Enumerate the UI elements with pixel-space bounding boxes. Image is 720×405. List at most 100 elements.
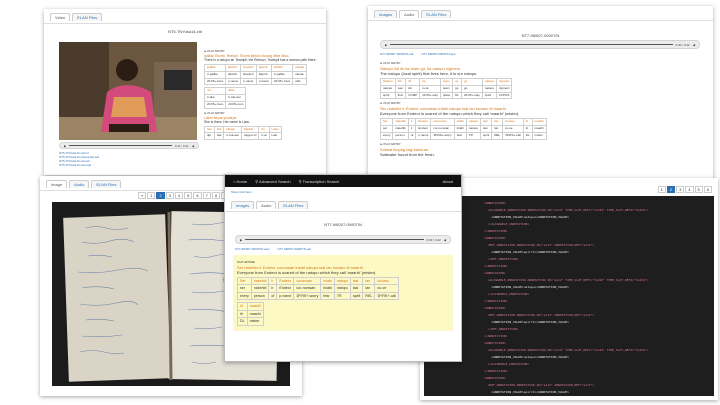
gloss-cell: 3P.RS+-call xyxy=(502,131,524,140)
nav-transcription-search-label: Transcription Search xyxy=(302,178,340,184)
gloss-cell: Hbapu xyxy=(223,125,242,134)
gloss-cell: wen xyxy=(394,84,407,93)
gloss-cell: kuvaso xyxy=(502,118,524,126)
gloss-cell: isai xyxy=(479,125,493,133)
nav-advanced-search[interactable]: ⚲ Advanced Search xyxy=(255,179,290,184)
play-entry-button[interactable]: ► PLAY ENTRY xyxy=(380,101,700,105)
video-seek-bar[interactable] xyxy=(69,144,172,147)
xml-line: </REF_ANNOTATION> xyxy=(484,257,519,261)
gloss-cell: inlabi xyxy=(320,284,335,294)
gloss-cell: ibi xyxy=(405,78,421,86)
audio-player[interactable]: ▶ 0:00 / 3:42 ◀ xyxy=(380,40,700,49)
play-icon[interactable]: ▶ xyxy=(240,238,242,242)
tab-image[interactable]: Image xyxy=(46,180,68,188)
play-entry-button[interactable]: ► PLAY ENTRY xyxy=(380,61,700,65)
gloss-cell: 3P.RS+-worry xyxy=(293,291,322,301)
page-link[interactable]: 3 xyxy=(676,186,685,193)
gloss-cell: nakehbi xyxy=(250,276,270,286)
page-link[interactable]: 5 xyxy=(184,192,193,199)
page-link-active[interactable]: 2 xyxy=(156,192,165,199)
volume-icon[interactable]: ◀ xyxy=(192,144,194,148)
page-link[interactable]: 8 xyxy=(211,192,221,199)
gloss-cell: p.name xyxy=(225,77,242,86)
play-entry-button[interactable]: ► PLAY ENTRY xyxy=(204,111,319,115)
gloss-cell: inlabi xyxy=(453,125,467,133)
gloss-cell: ipalliai xyxy=(203,64,227,72)
prev-page-button[interactable]: « xyxy=(138,192,147,199)
video-player[interactable]: ▶ 0:11 / 3:21 ◀ xyxy=(59,42,199,149)
page-link[interactable]: 3 xyxy=(165,192,174,199)
gloss-cell: natopu xyxy=(465,125,481,133)
gloss-cell: Lidun xyxy=(268,125,282,134)
gloss-cell: spirit xyxy=(349,291,364,301)
tab-audio[interactable]: Audio xyxy=(256,201,277,209)
page-link[interactable]: 4 xyxy=(174,192,184,199)
nav-transcription-search[interactable]: ⚲ Transcription Search xyxy=(299,179,340,184)
tab-audio[interactable]: Audio xyxy=(399,10,420,18)
gloss-cell: iti xyxy=(237,302,248,311)
page-link[interactable]: 6 xyxy=(193,192,202,199)
gloss-cell: Ser xyxy=(379,118,394,126)
annotation-list: ► PLAY ENTRY Ipalliai, Ekorrb, Reekorr. … xyxy=(203,47,319,142)
tab-video[interactable]: Video xyxy=(50,13,71,21)
gloss-cell: curomsan xyxy=(293,276,322,286)
tab-audio[interactable]: Audio xyxy=(69,180,90,188)
gloss-cell: likau xyxy=(225,87,247,95)
file-link[interactable]: NT7-98/007-0000T/N.ape xyxy=(421,52,455,56)
gloss-cell: p.name xyxy=(415,131,432,140)
xml-line: </ANNOTATION> xyxy=(484,229,508,233)
xml-line: <ANNOTATION> xyxy=(484,341,506,345)
gloss-cell: ita xyxy=(419,78,441,86)
nav-home[interactable]: ⌂ Home xyxy=(233,179,247,184)
play-entry-button[interactable]: PLAY ENTIRE xyxy=(237,260,449,264)
gloss-cell: place xyxy=(439,91,454,100)
gloss-cell: iti xyxy=(522,125,533,133)
gloss-cell: tr-al xyxy=(258,132,270,140)
gloss-cell: lan xyxy=(491,125,504,133)
tab-elan-files[interactable]: ELAN Files xyxy=(421,10,452,18)
gloss-cell: maarhi xyxy=(531,118,547,126)
nav-about[interactable]: About xyxy=(443,179,453,184)
play-entry-button[interactable]: ► PLAY ENTRY xyxy=(380,142,700,146)
page-link[interactable]: 1 xyxy=(657,186,666,193)
xml-line: <ANNOTATION_VALUE>spirit</ANNOTATION_VAL… xyxy=(484,390,569,394)
page-link[interactable]: 5 xyxy=(694,186,703,193)
tab-images[interactable]: Images xyxy=(231,201,255,209)
file-link[interactable]: NT5-TNYoka14-vid.mp4 xyxy=(59,163,99,167)
page-link[interactable]: 7 xyxy=(202,192,211,199)
gloss-cell: Ekorrb xyxy=(255,70,272,79)
gloss-cell: maarhi xyxy=(246,309,264,319)
gloss-cell: ir xyxy=(268,284,278,294)
page-link[interactable]: 1 xyxy=(147,192,156,199)
tab-elan-files[interactable]: ELAN Files xyxy=(91,180,122,188)
tab-elan-files[interactable]: ELAN Files xyxy=(72,13,103,21)
play-icon[interactable]: ▶ xyxy=(64,144,66,148)
play-entry-button[interactable]: ► PLAY ENTRY xyxy=(204,49,319,53)
xml-line: <ALIGNABLE_ANNOTATION ANNOTATION_ID="a11… xyxy=(484,208,649,212)
transcript: NT7-98/007-0000T/N.eaf NT7-98/007-0000T/… xyxy=(379,52,700,159)
tab-elan-files[interactable]: ELAN Files xyxy=(278,201,309,209)
play-icon[interactable]: ▶ xyxy=(385,43,387,47)
audio-seek-bar[interactable] xyxy=(390,43,673,46)
tab-images[interactable]: Images xyxy=(374,10,398,18)
file-link[interactable]: NT7-98/007-0000T/N.eaf xyxy=(278,247,311,251)
gloss-cell: Reekorr xyxy=(240,64,257,72)
video-controls[interactable]: ▶ 0:11 / 3:21 ◀ xyxy=(59,142,199,149)
video-frame-image xyxy=(59,42,197,140)
show-grid-link[interactable]: Show Grid Item xyxy=(225,187,461,197)
gloss-cell: natopu xyxy=(465,118,481,126)
gloss-cell: ru-ta xyxy=(419,84,441,93)
volume-icon[interactable]: ◀ xyxy=(693,43,695,47)
gloss-cell: 3P.RS+-call xyxy=(374,291,400,301)
gloss-cell: inlabi xyxy=(320,276,335,286)
page-link[interactable]: 4 xyxy=(685,186,694,193)
gloss-cell: nakehbi xyxy=(392,125,409,133)
volume-icon[interactable]: ◀ xyxy=(444,238,446,242)
page-link-active[interactable]: 2 xyxy=(666,186,676,193)
file-link[interactable]: NT7-98/007-0000T/N.wav xyxy=(235,247,270,251)
audio-seek-bar[interactable] xyxy=(245,238,424,241)
audio-player[interactable]: ▶ 0:00 / 3:42 ◀ xyxy=(235,235,451,244)
page-link[interactable]: 6 xyxy=(703,186,712,193)
file-link[interactable]: NT7-98/007-0000T/N.eaf xyxy=(380,52,413,56)
gloss-cell: 3P.RS+-worry xyxy=(430,131,455,140)
